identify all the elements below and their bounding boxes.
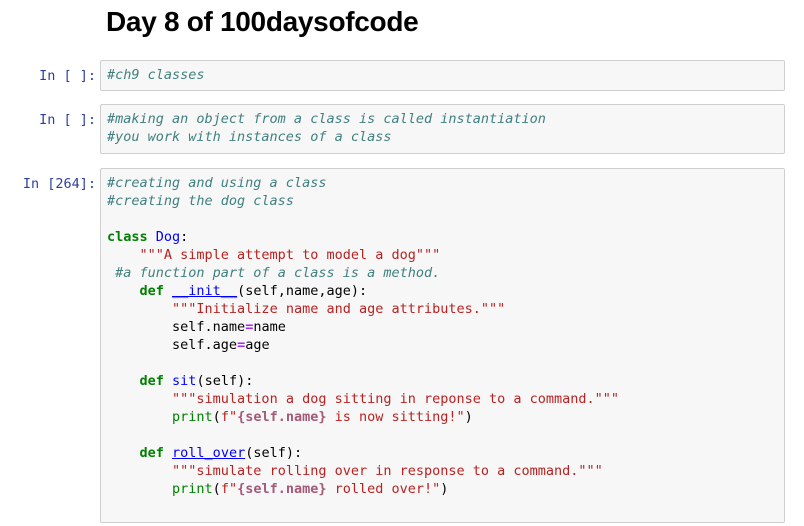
fstring-prefix: f" (220, 409, 238, 425)
roll-over-method-name: roll_over (172, 445, 246, 461)
sit-docstring: """simulation a dog sitting in reponse t… (172, 391, 620, 407)
code-comment: #making an object from a class is called… (107, 111, 546, 127)
fstring-text: is now sitting!" (326, 409, 465, 425)
class-docstring: """A simple attempt to model a dog""" (139, 247, 441, 263)
fstring-prefix: f" (220, 481, 238, 497)
code-input-area[interactable]: #ch9 classes (100, 60, 785, 91)
init-params: (self,name,age): (237, 283, 368, 299)
method-comment: #a function part of a class is a method. (115, 265, 441, 281)
open-paren: ( (212, 481, 221, 497)
init-docstring: """Initialize name and age attributes.""… (172, 301, 506, 317)
class-name: Dog (155, 229, 181, 245)
name-var: name (253, 319, 286, 335)
assign-operator: = (237, 337, 246, 353)
keyword-def: def (139, 373, 164, 389)
self-age-attr: self.age (172, 337, 238, 353)
print-builtin: print (172, 409, 213, 425)
roll-over-docstring: """simulate rolling over in response to … (172, 463, 603, 479)
code-comment: #you work with instances of a class (107, 129, 392, 145)
keyword-def: def (139, 283, 164, 299)
cell-prompt: In [264]: (22, 176, 96, 192)
cell-prompt: In [ ]: (39, 68, 96, 84)
age-var: age (245, 337, 270, 353)
colon: : (180, 229, 189, 245)
code-comment: #ch9 classes (107, 67, 205, 83)
cell-prompt: In [ ]: (39, 112, 96, 128)
code-input-area[interactable]: #creating and using a class #creating th… (100, 168, 785, 523)
close-paren: ) (440, 481, 449, 497)
sit-method-name: sit (172, 373, 197, 389)
code-input-area[interactable]: #making an object from a class is called… (100, 104, 785, 154)
page-title: Day 8 of 100daysofcode (106, 6, 419, 37)
self-name-attr: self.name (172, 319, 246, 335)
fstring-interpolation: {self.name} (237, 481, 327, 497)
open-paren: ( (212, 409, 221, 425)
print-builtin: print (172, 481, 213, 497)
init-method-name: __init__ (172, 283, 238, 299)
keyword-def: def (139, 445, 164, 461)
fstring-text: rolled over!" (326, 481, 441, 497)
roll-over-params: (self): (245, 445, 303, 461)
sit-params: (self): (196, 373, 254, 389)
close-paren: ) (464, 409, 473, 425)
fstring-interpolation: {self.name} (237, 409, 327, 425)
keyword-class: class (107, 229, 148, 245)
code-comment: #creating and using a class (107, 175, 327, 191)
code-comment: #creating the dog class (107, 193, 294, 209)
